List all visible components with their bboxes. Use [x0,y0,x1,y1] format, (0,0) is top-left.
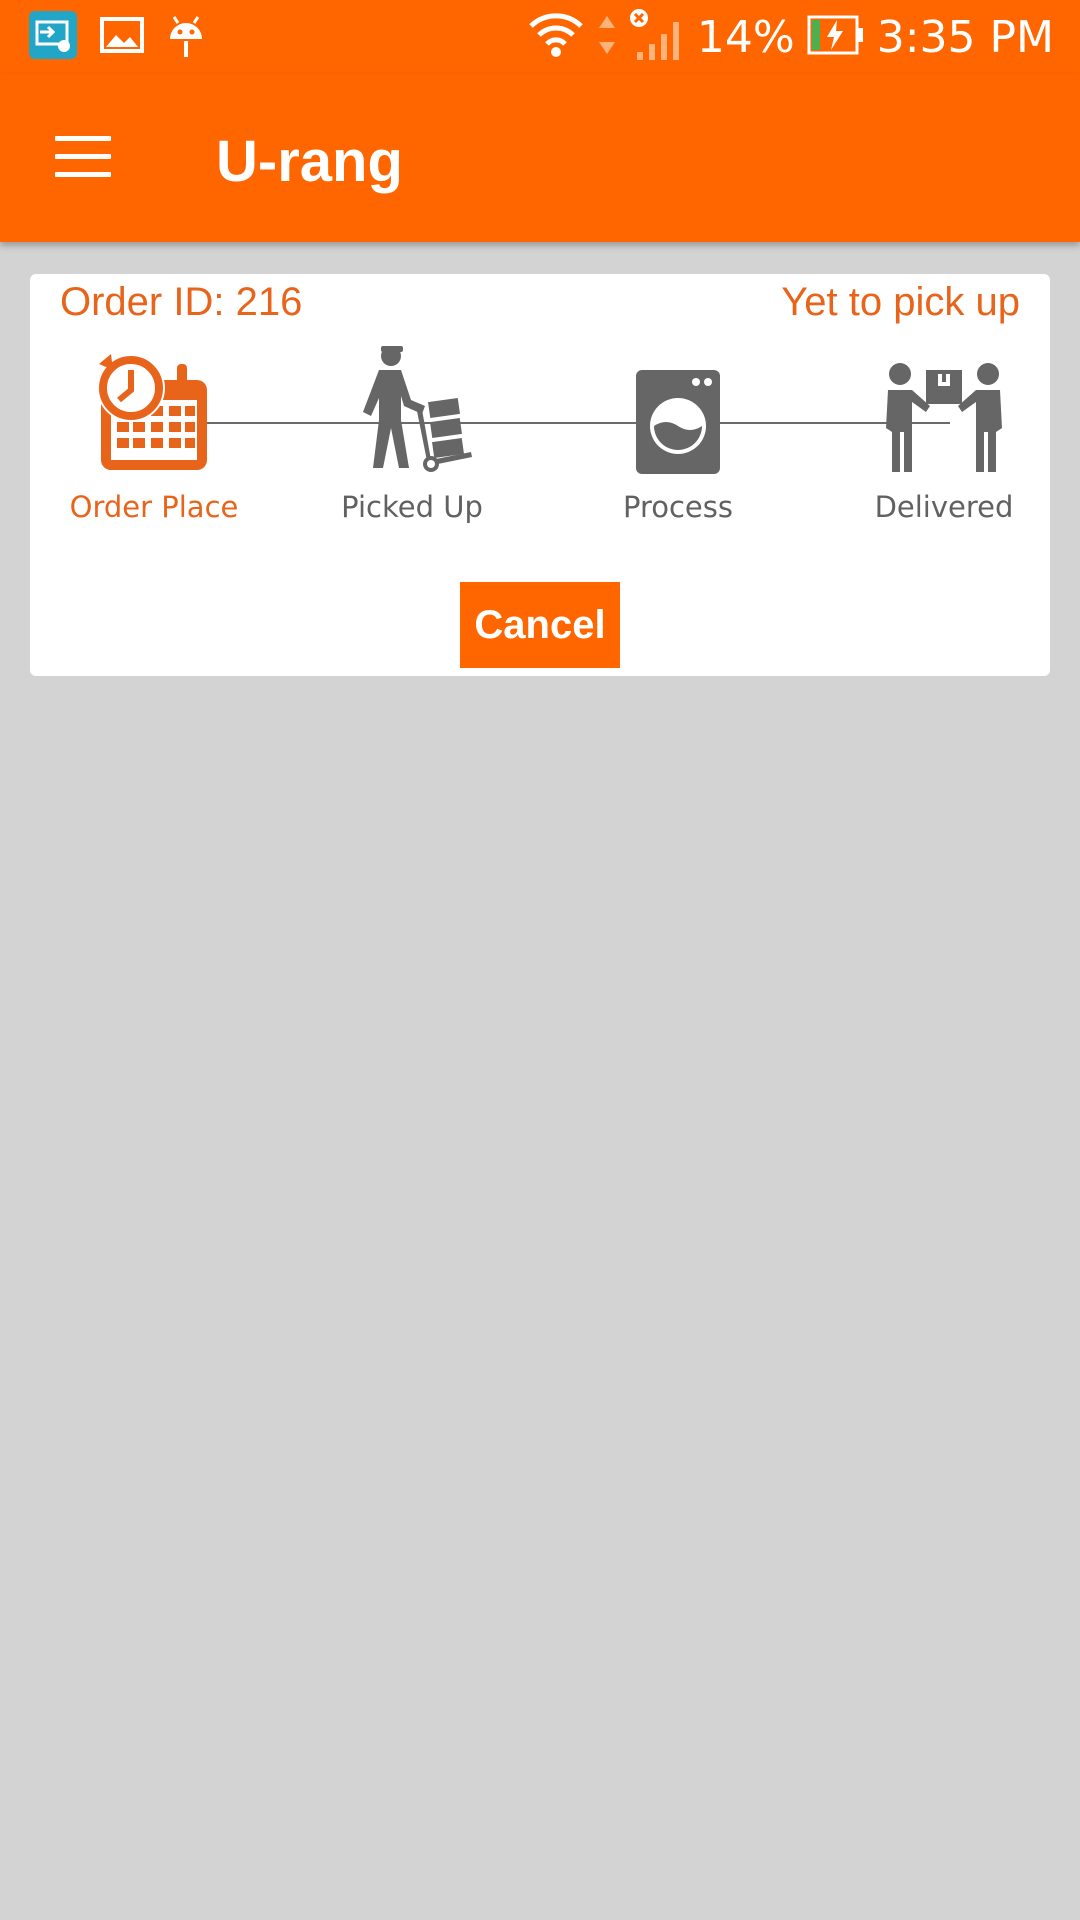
step-picked-up: Picked Up [312,344,512,524]
signal-icon [629,8,685,67]
step-process: Process [578,344,778,524]
clock: 3:35 PM [876,11,1054,63]
step-label: Order Place [69,490,239,524]
step-label: Delivered [874,490,1014,524]
package-handover-icon [844,344,1044,474]
status-bar: 14% 3:35 PM [0,0,1080,74]
washing-machine-icon [578,344,778,474]
step-label: Process [622,490,733,524]
calendar-clock-icon [54,344,254,474]
step-order-place: Order Place [54,344,254,524]
step-delivered: Delivered [844,344,1044,524]
wifi-icon [527,10,585,65]
step-label: Picked Up [341,490,483,524]
cancel-button[interactable]: Cancel [460,582,620,668]
order-status: Yet to pick up [781,280,1020,324]
order-card: Order ID: 216 Yet to pick up Order Place [30,274,1050,676]
data-arrows-icon [597,12,617,63]
hamburger-menu-icon[interactable] [38,118,128,194]
image-icon [100,16,144,58]
app-title: U-rang [216,129,403,194]
battery-percentage: 14% [696,11,795,63]
app-bar: U-rang [0,74,1080,242]
cast-icon [28,10,78,65]
order-id: Order ID: 216 [60,280,303,324]
delivery-person-trolley-icon [312,344,512,474]
battery-charging-icon [807,15,865,60]
android-debug-icon [166,11,206,64]
progress-track-line [170,422,950,424]
